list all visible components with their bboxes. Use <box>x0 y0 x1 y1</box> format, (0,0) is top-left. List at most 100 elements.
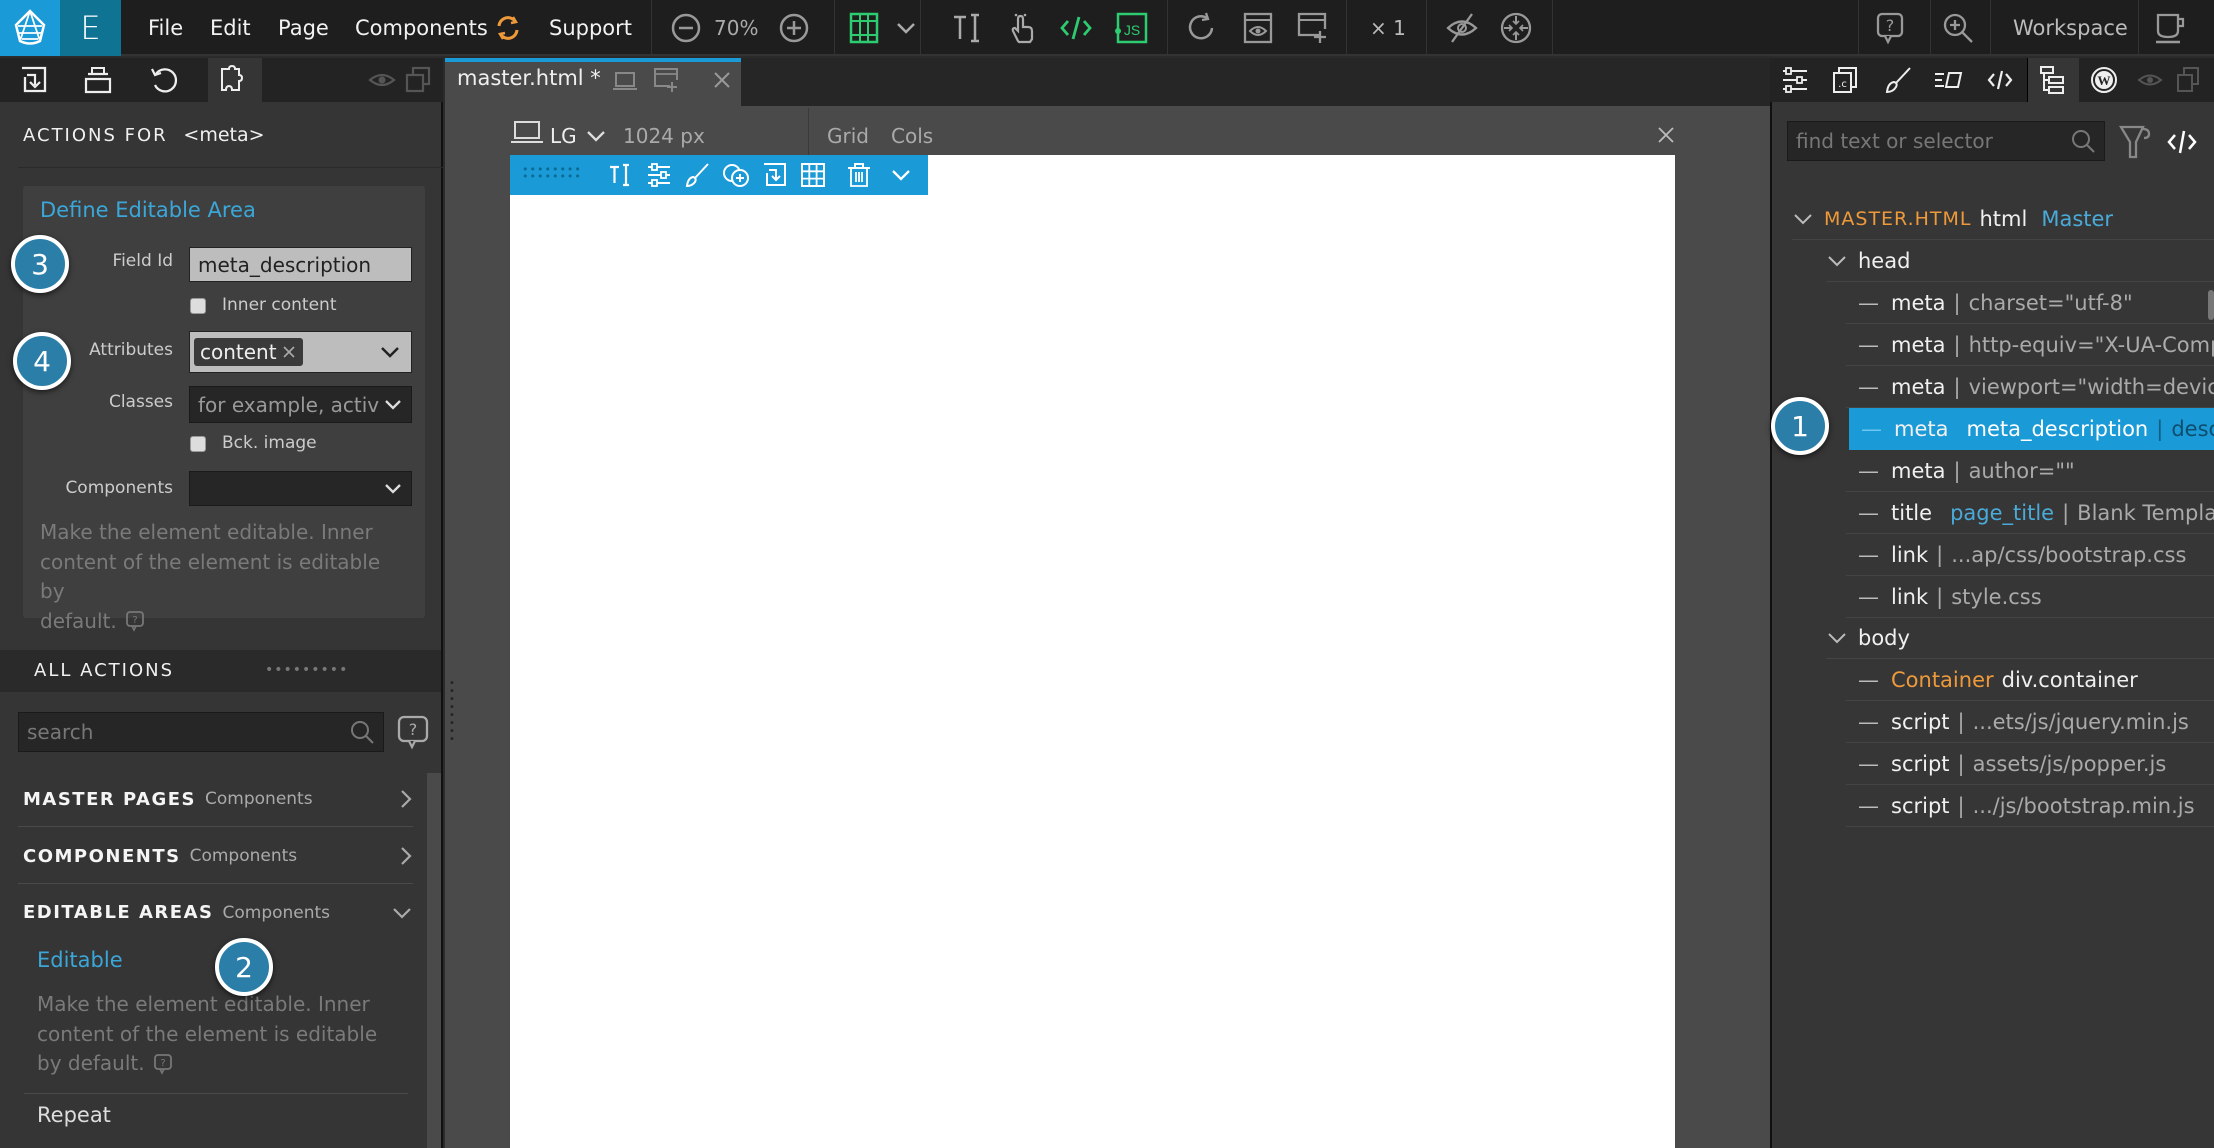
remove-tag-x-icon[interactable] <box>281 344 297 360</box>
tree-row[interactable]: — meta | author="" <box>1846 450 2214 492</box>
help-bubble-icon[interactable]: ? <box>396 714 430 750</box>
grid-toggle[interactable]: Grid <box>827 118 869 154</box>
visibility-eye-icon[interactable] <box>2132 62 2168 98</box>
search-zoom-icon[interactable] <box>1940 10 1976 46</box>
workspace-button[interactable]: Workspace <box>2013 0 2128 56</box>
code-view-icon[interactable] <box>1982 62 2018 98</box>
table-grid-icon[interactable] <box>800 162 826 188</box>
tree-row[interactable]: — meta | viewport="width=device-w <box>1846 366 2214 408</box>
new-page-icon[interactable] <box>1294 10 1330 46</box>
classes-select[interactable]: for example, activ <box>189 386 412 423</box>
tree-row-selected[interactable]: — meta meta_description | desc <box>1849 408 2214 450</box>
javascript-icon[interactable]: JS <box>1114 10 1150 46</box>
properties-sliders-icon[interactable] <box>1777 62 1813 98</box>
tree-row[interactable]: — link | ...ap/css/bootstrap.css <box>1846 534 2214 576</box>
cols-toggle[interactable]: Cols <box>891 118 933 154</box>
attributes-select[interactable]: content <box>189 331 412 373</box>
left-resize-handle[interactable]: • • • • • • • • <box>449 679 455 745</box>
layout-dropdown-chevron-icon[interactable] <box>888 10 924 46</box>
menu-file[interactable]: File <box>148 0 183 56</box>
page-multiplier[interactable]: × 1 <box>1370 0 1406 56</box>
close-tab-icon[interactable] <box>712 70 732 90</box>
detach-panel-icon[interactable] <box>400 62 436 98</box>
code-view-icon[interactable] <box>1058 10 1094 46</box>
reload-icon[interactable] <box>1184 10 1220 46</box>
more-chevron-down-icon[interactable] <box>890 168 912 182</box>
tree-row[interactable]: — script | .../js/bootstrap.min.js <box>1846 785 2214 827</box>
chevron-down-icon[interactable] <box>1792 212 1814 226</box>
tree-row[interactable]: — script | ...ets/js/jquery.min.js <box>1846 701 2214 743</box>
refresh-components-icon[interactable] <box>490 10 526 46</box>
editor-mode-button[interactable]: E <box>60 0 121 56</box>
library-print-icon[interactable] <box>80 62 116 98</box>
section-editable-areas[interactable]: EDITABLE AREAS Components <box>23 902 413 923</box>
properties-sliders-icon[interactable] <box>646 162 672 188</box>
help-bubble-icon[interactable]: ? <box>1872 10 1908 46</box>
device-size-select[interactable]: LG <box>550 118 607 154</box>
text-edit-icon[interactable] <box>608 162 634 188</box>
close-viewport-icon[interactable] <box>1657 126 1675 144</box>
wordpress-icon[interactable]: W <box>2086 62 2122 98</box>
tree-head-row[interactable]: head <box>1826 240 2214 282</box>
menu-support[interactable]: Support <box>549 0 632 56</box>
menu-page[interactable]: Page <box>278 0 329 56</box>
visibility-eye-icon[interactable] <box>364 62 400 98</box>
menu-components[interactable]: Components <box>355 0 488 56</box>
code-toggle-icon[interactable] <box>2166 128 2198 156</box>
tree-view-icon[interactable] <box>2034 62 2070 98</box>
menu-edit[interactable]: Edit <box>210 0 251 56</box>
tree-root-row[interactable]: MASTER.HTML html Master <box>1792 198 2214 240</box>
preview-icon[interactable] <box>1240 10 1276 46</box>
inner-content-checkbox[interactable] <box>190 298 206 314</box>
chevron-down-icon[interactable] <box>1826 631 1848 645</box>
tree-row[interactable]: — meta | charset="utf-8" <box>1846 282 2214 324</box>
text-edit-icon[interactable] <box>950 10 986 46</box>
actions-search-input[interactable]: search <box>18 712 384 752</box>
repeat-action-link[interactable]: Repeat <box>37 1103 111 1127</box>
pinegrow-logo[interactable] <box>0 0 60 56</box>
section-master-pages[interactable]: MASTER PAGES Components <box>23 788 413 810</box>
style-brush-icon[interactable] <box>684 162 710 188</box>
tree-row[interactable]: — meta | http-equiv="X-UA-Compat <box>1846 324 2214 366</box>
add-element-icon[interactable] <box>722 162 750 188</box>
tree-row[interactable]: — link | style.css <box>1846 576 2214 618</box>
tree-search-input[interactable]: find text or selector <box>1787 121 2105 161</box>
tree-row[interactable]: — script | assets/js/popper.js <box>1846 743 2214 785</box>
help-bubble-icon[interactable]: ? <box>153 1053 173 1075</box>
field-id-input[interactable]: meta_description <box>189 247 412 282</box>
page-canvas[interactable] <box>510 155 1675 1148</box>
drag-handle-dots[interactable]: ••••••••• <box>265 662 348 678</box>
zoom-out-icon[interactable] <box>668 10 704 46</box>
detach-panel-icon[interactable] <box>2170 62 2206 98</box>
tree-body-row[interactable]: body <box>1826 617 2214 659</box>
section-components[interactable]: COMPONENTS Components <box>23 845 413 867</box>
tree-row[interactable]: — Container div.container <box>1846 659 2214 701</box>
laptop-device-icon[interactable] <box>510 118 544 146</box>
scrollbar[interactable] <box>427 773 441 1148</box>
help-bubble-icon[interactable]: ? <box>125 610 145 633</box>
define-editable-area-title[interactable]: Define Editable Area <box>40 198 256 222</box>
new-window-icon[interactable] <box>652 66 680 94</box>
bck-image-checkbox[interactable] <box>190 436 206 452</box>
actions-puzzle-icon[interactable] <box>216 62 252 98</box>
hide-elements-eye-icon[interactable] <box>1444 10 1480 46</box>
style-brush-icon[interactable] <box>1880 62 1916 98</box>
cms-fields-icon[interactable] <box>1930 62 1966 98</box>
insert-into-icon[interactable] <box>762 162 788 188</box>
history-undo-icon[interactable] <box>146 62 182 98</box>
css-files-icon[interactable]: .c <box>1827 62 1863 98</box>
tree-row[interactable]: — title page_title | Blank Templat <box>1846 492 2214 534</box>
import-icon[interactable] <box>16 62 52 98</box>
layout-grid-icon[interactable] <box>846 10 882 46</box>
device-preview-icon[interactable] <box>612 70 638 92</box>
focus-target-icon[interactable] <box>1498 10 1534 46</box>
toolbar-drag-handle[interactable]: •••••••• •••••••• <box>522 164 582 182</box>
delete-trash-icon[interactable] <box>846 162 872 188</box>
zoom-in-icon[interactable] <box>776 10 812 46</box>
editable-action-link[interactable]: Editable <box>37 948 123 972</box>
coffee-cup-icon[interactable] <box>2152 10 2188 46</box>
filter-funnel-icon[interactable] <box>2118 124 2152 160</box>
components-select[interactable] <box>189 471 412 506</box>
tree-scrollbar[interactable] <box>2208 290 2214 320</box>
chevron-down-icon[interactable] <box>1826 254 1848 268</box>
